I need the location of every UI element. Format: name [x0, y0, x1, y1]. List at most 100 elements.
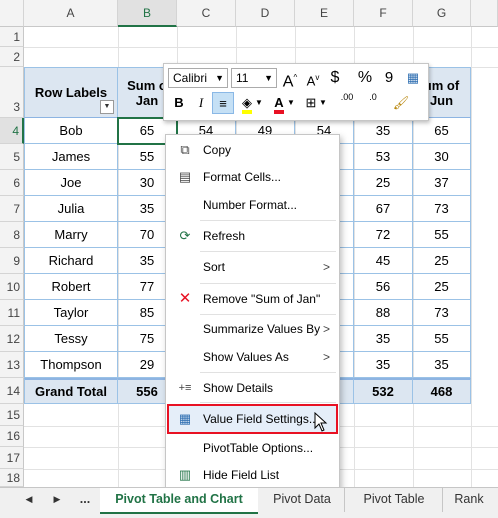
font-size-box[interactable]: 11 ▼ — [231, 68, 277, 88]
font-name-box[interactable]: Calibri ▼ — [168, 68, 228, 88]
menu-item-show-values-as[interactable]: Show Values As > — [167, 344, 338, 370]
currency-button[interactable]: $ — [324, 67, 346, 89]
row-header-11[interactable]: 11 — [0, 300, 24, 326]
column-header-b[interactable]: B — [118, 0, 177, 27]
menu-item-number-format[interactable]: Number Format... — [167, 192, 338, 218]
value-cell[interactable]: 30 — [413, 144, 471, 170]
value-cell[interactable]: 72 — [354, 222, 413, 248]
row-header-8[interactable]: 8 — [0, 222, 24, 248]
value-cell[interactable]: 73 — [413, 196, 471, 222]
value-cell[interactable]: 55 — [413, 222, 471, 248]
format-painter-icon[interactable]: 🖌 — [390, 92, 412, 114]
row-header-1[interactable]: 1 — [0, 27, 24, 47]
decrease-decimal-button[interactable]: .0 — [362, 92, 384, 114]
row-header-9[interactable]: 9 — [0, 248, 24, 274]
menu-item-copy[interactable]: ⧉ Copy — [167, 137, 338, 163]
value-cell[interactable]: 67 — [354, 196, 413, 222]
chevron-down-icon[interactable]: ▼ — [215, 69, 224, 87]
increase-decimal-button[interactable]: .00 — [336, 92, 358, 114]
pivot-header-row-labels[interactable]: Row Labels ▼ — [24, 67, 118, 118]
pivot-layout-icon[interactable]: ▦ — [402, 67, 424, 89]
column-header-c[interactable]: C — [177, 0, 236, 27]
row-label-cell[interactable]: Taylor — [24, 300, 118, 326]
row-label-cell[interactable]: Thompson — [24, 352, 118, 378]
menu-item-remove-sum-of-jan[interactable]: ✕ Remove "Sum of Jan" — [167, 286, 338, 312]
value-cell[interactable]: 55 — [413, 326, 471, 352]
shrink-font-button[interactable]: Av — [302, 67, 324, 89]
row-header-10[interactable]: 10 — [0, 274, 24, 300]
value-cell[interactable]: 25 — [354, 170, 413, 196]
column-header-h[interactable] — [471, 0, 498, 27]
row-header-16[interactable]: 16 — [0, 426, 24, 447]
value-cell[interactable]: 35 — [354, 118, 413, 144]
value-cell[interactable]: 35 — [413, 352, 471, 378]
row-header-13[interactable]: 13 — [0, 352, 24, 378]
value-cell[interactable]: 45 — [354, 248, 413, 274]
row-label-cell[interactable]: Tessy — [24, 326, 118, 352]
tab-pivot-data[interactable]: Pivot Data — [260, 488, 345, 512]
column-header-a[interactable]: A — [24, 0, 118, 27]
tab-pivot-table[interactable]: Pivot Table — [346, 488, 443, 512]
menu-item-format-cells[interactable]: ▤ Format Cells... — [167, 164, 338, 190]
row-header-14[interactable]: 14 — [0, 378, 24, 404]
value-cell[interactable]: 25 — [413, 248, 471, 274]
row-header-4[interactable]: 4 — [0, 118, 24, 144]
row-header-7[interactable]: 7 — [0, 196, 24, 222]
comma-style-button[interactable]: 9 — [378, 67, 400, 89]
row-label-cell[interactable]: Julia — [24, 196, 118, 222]
row-label-cell[interactable]: Robert — [24, 274, 118, 300]
row-header-17[interactable]: 17 — [0, 447, 24, 469]
chevron-down-icon[interactable]: ▼ — [286, 92, 296, 114]
scroll-right-icon[interactable]: ▶ — [50, 488, 64, 512]
row-label-cell[interactable]: Marry — [24, 222, 118, 248]
row-header-15[interactable]: 15 — [0, 404, 24, 426]
row-header-18[interactable]: 18 — [0, 469, 24, 487]
value-cell[interactable]: 35 — [354, 352, 413, 378]
italic-button[interactable]: I — [190, 92, 212, 114]
value-cell[interactable]: 37 — [413, 170, 471, 196]
menu-item-value-field-settings[interactable]: ▦ Value Field Settings... — [167, 404, 338, 434]
chevron-down-icon[interactable]: ▼ — [254, 92, 264, 114]
row-header-5[interactable]: 5 — [0, 144, 24, 170]
menu-item-sort[interactable]: Sort > — [167, 254, 338, 280]
value-cell[interactable]: 65 — [413, 118, 471, 144]
row-header-3[interactable]: 3 — [0, 67, 24, 118]
row-label-cell[interactable]: James — [24, 144, 118, 170]
row-label-cell[interactable]: Bob — [24, 118, 118, 144]
value-cell[interactable]: 35 — [354, 326, 413, 352]
bold-button[interactable]: B — [168, 92, 190, 114]
value-cell[interactable]: 88 — [354, 300, 413, 326]
column-header-g[interactable]: G — [413, 0, 471, 27]
chevron-down-icon[interactable]: ▼ — [264, 69, 273, 87]
tab-rank[interactable]: Rank — [444, 488, 494, 512]
menu-item-refresh[interactable]: ⟳ Refresh — [167, 223, 338, 249]
column-header-e[interactable]: E — [295, 0, 354, 27]
scroll-left-icon[interactable]: ◀ — [22, 488, 36, 512]
value-cell[interactable]: 53 — [354, 144, 413, 170]
percent-button[interactable]: % — [354, 67, 376, 89]
grand-total-label[interactable]: Grand Total — [24, 378, 118, 404]
chevron-down-icon[interactable]: ▼ — [318, 92, 328, 114]
tab-pivot-table-and-chart[interactable]: Pivot Table and Chart — [100, 488, 258, 514]
column-header-f[interactable]: F — [354, 0, 413, 27]
row-label-cell[interactable]: Richard — [24, 248, 118, 274]
more-sheets-button[interactable]: ... — [74, 488, 96, 512]
filter-dropdown-icon[interactable]: ▼ — [100, 100, 114, 114]
menu-item-summarize-values-by[interactable]: Summarize Values By > — [167, 316, 338, 342]
row-header-12[interactable]: 12 — [0, 326, 24, 352]
row-label-cell[interactable]: Joe — [24, 170, 118, 196]
grow-font-button[interactable]: A^ — [279, 67, 301, 90]
menu-item-show-details[interactable]: +≡ Show Details — [167, 375, 338, 401]
column-header-d[interactable]: D — [236, 0, 295, 27]
select-all-corner[interactable] — [0, 0, 24, 27]
row-header-6[interactable]: 6 — [0, 170, 24, 196]
grand-total-f[interactable]: 532 — [354, 378, 413, 404]
align-center-button[interactable]: ≡ — [212, 92, 234, 114]
menu-item-hide-field-list[interactable]: ▥ Hide Field List — [167, 462, 338, 488]
value-cell[interactable]: 73 — [413, 300, 471, 326]
grand-total-g[interactable]: 468 — [413, 378, 471, 404]
value-cell[interactable]: 56 — [354, 274, 413, 300]
menu-item-pivottable-options[interactable]: PivotTable Options... — [167, 435, 338, 461]
value-cell[interactable]: 25 — [413, 274, 471, 300]
row-header-2[interactable]: 2 — [0, 47, 24, 67]
